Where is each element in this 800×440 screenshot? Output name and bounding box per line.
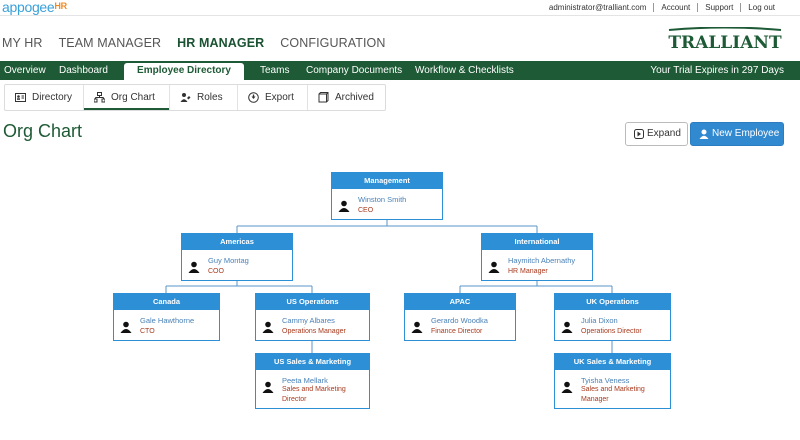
- employee-role: Operations Manager: [282, 328, 346, 335]
- person-icon: [262, 321, 274, 333]
- org-node-team: Management: [332, 173, 442, 189]
- org-node-team: Canada: [114, 294, 219, 310]
- org-node-uk-operations[interactable]: UK Operations Julia Dixon Operations Dir…: [554, 293, 671, 341]
- org-node-us-operations[interactable]: US Operations Cammy Albares Operations M…: [255, 293, 370, 341]
- employee-name[interactable]: Peeta Mellark: [282, 376, 328, 385]
- employee-name[interactable]: Tyisha Veness: [581, 376, 629, 385]
- employee-role: CTO: [140, 328, 155, 335]
- org-chart-connectors: [165, 220, 613, 353]
- person-icon: [561, 321, 573, 333]
- org-node-us-sales-marketing[interactable]: US Sales & Marketing Peeta Mellark Sales…: [255, 353, 370, 409]
- employee-role: Sales and Marketing Manager: [581, 386, 645, 403]
- org-node-team: APAC: [405, 294, 515, 310]
- employee-name[interactable]: Guy Montag: [208, 256, 249, 265]
- person-icon: [188, 261, 200, 273]
- org-node-apac[interactable]: APAC Gerardo Woodka Finance Director: [404, 293, 516, 341]
- org-node-team: Americas: [182, 234, 292, 250]
- employee-role: Finance Director: [431, 328, 483, 335]
- person-icon: [338, 200, 350, 212]
- person-icon: [262, 381, 274, 393]
- employee-role: HR Manager: [508, 268, 548, 275]
- employee-role: COO: [208, 268, 224, 275]
- org-node-canada[interactable]: Canada Gale Hawthorne CTO: [113, 293, 220, 341]
- employee-role: Operations Director: [581, 328, 642, 335]
- org-node-americas[interactable]: Americas Guy Montag COO: [181, 233, 293, 281]
- org-node-uk-sales-marketing[interactable]: UK Sales & Marketing Tyisha Veness Sales…: [554, 353, 671, 409]
- person-icon: [120, 321, 132, 333]
- org-node-management[interactable]: Management Winston Smith CEO: [331, 172, 443, 220]
- org-node-team: International: [482, 234, 592, 250]
- org-node-international[interactable]: International Haymitch Abernathy HR Mana…: [481, 233, 593, 281]
- employee-name[interactable]: Cammy Albares: [282, 316, 335, 325]
- employee-role: CEO: [358, 207, 374, 214]
- employee-name[interactable]: Julia Dixon: [581, 316, 618, 325]
- employee-name[interactable]: Gerardo Woodka: [431, 316, 488, 325]
- org-node-team: US Operations: [256, 294, 369, 310]
- person-icon: [488, 261, 500, 273]
- person-icon: [411, 321, 423, 333]
- org-node-team: UK Sales & Marketing: [555, 354, 670, 370]
- employee-name[interactable]: Winston Smith: [358, 195, 406, 204]
- org-node-team: UK Operations: [555, 294, 670, 310]
- employee-name[interactable]: Haymitch Abernathy: [508, 256, 575, 265]
- person-icon: [561, 381, 573, 393]
- employee-role: Sales and Marketing Director: [282, 386, 346, 403]
- org-node-team: US Sales & Marketing: [256, 354, 369, 370]
- employee-name[interactable]: Gale Hawthorne: [140, 316, 194, 325]
